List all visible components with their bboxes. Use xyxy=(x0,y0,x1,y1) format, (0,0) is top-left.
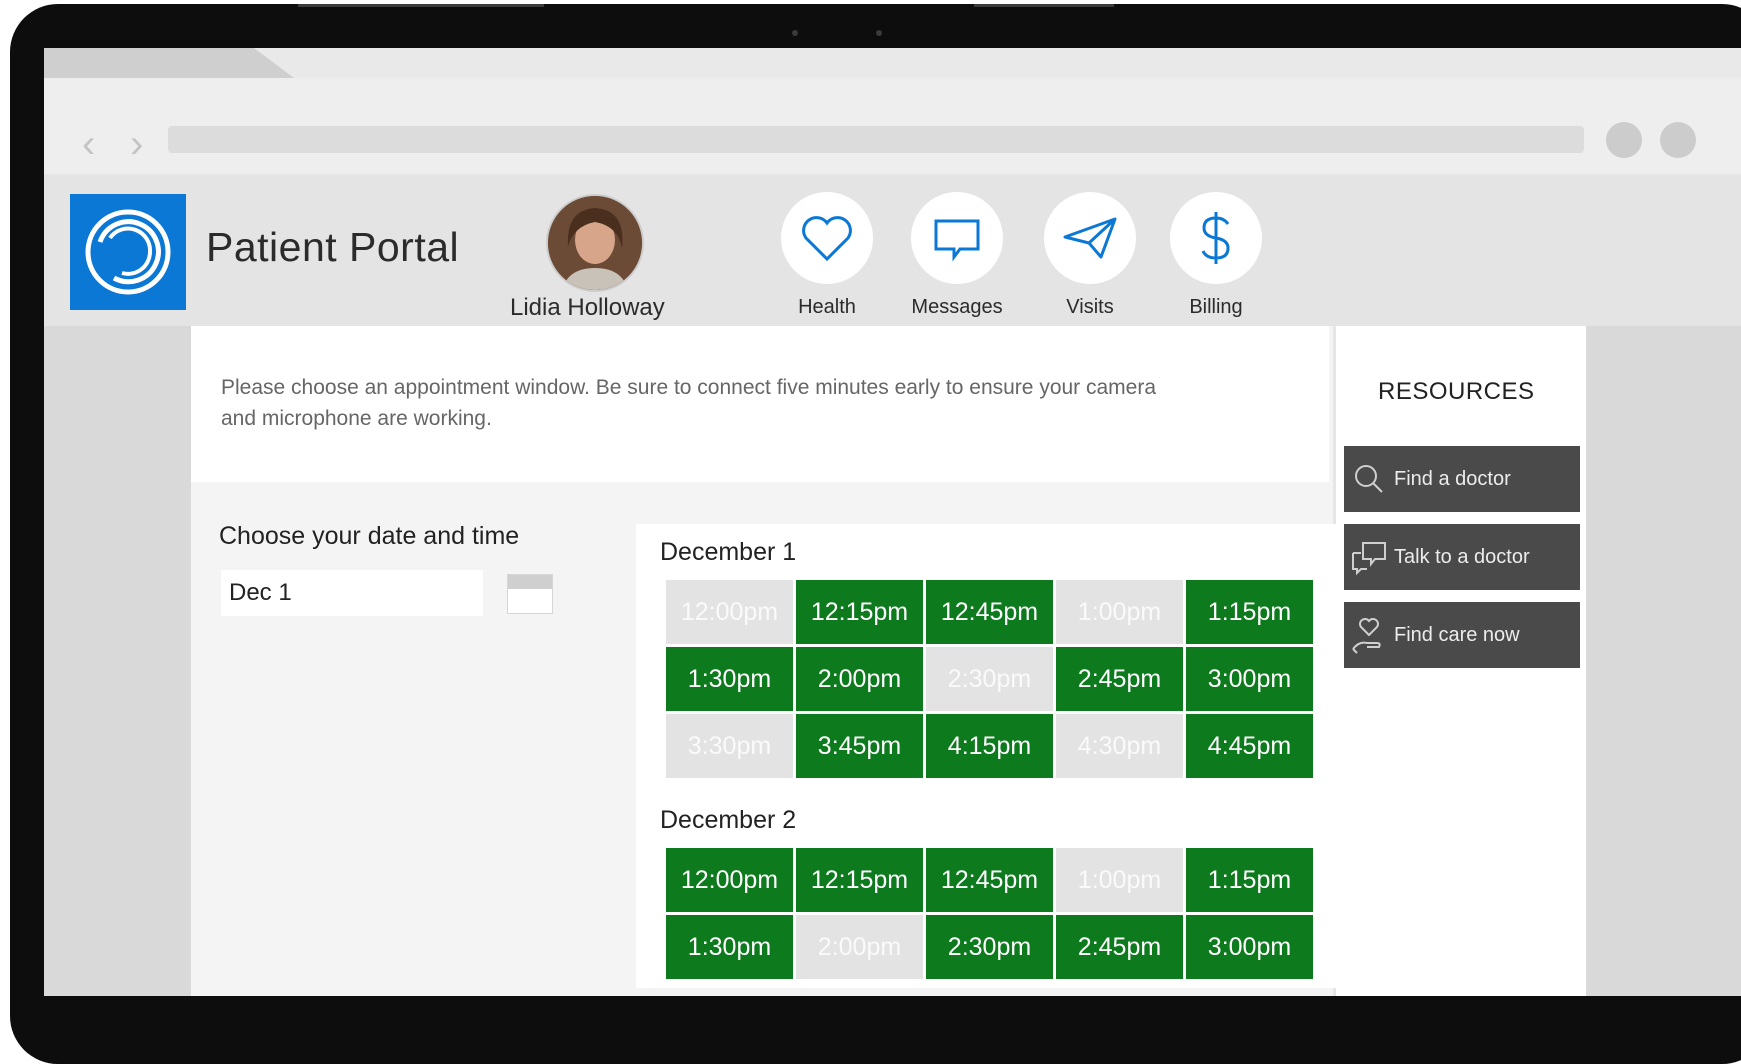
bezel-highlight xyxy=(298,4,544,7)
nav-circle xyxy=(1170,192,1262,284)
date-input[interactable] xyxy=(221,570,483,616)
find-care-now-button[interactable]: Find care now xyxy=(1344,602,1580,668)
user-avatar[interactable] xyxy=(546,194,644,292)
camera-dot xyxy=(792,30,798,36)
heart-hand-icon xyxy=(1344,602,1394,668)
time-slot-button[interactable]: 2:45pm xyxy=(1056,915,1183,979)
time-slot-button[interactable]: 12:45pm xyxy=(926,580,1053,644)
time-slot-button[interactable]: 1:30pm xyxy=(666,647,793,711)
time-slot-button[interactable]: 12:15pm xyxy=(796,580,923,644)
nav-circle xyxy=(911,192,1003,284)
instructions-text: Please choose an appointment window. Be … xyxy=(221,376,1157,430)
date-time-label: Choose your date and time xyxy=(219,522,520,550)
sensor-dot xyxy=(876,30,882,36)
slot-grid-day-1: 12:00pm 12:15pm 12:45pm 1:00pm 1:15pm 1:30pm 2… xyxy=(666,580,1313,778)
dollar-icon xyxy=(1201,212,1230,264)
left-gutter xyxy=(44,326,191,996)
search-icon xyxy=(1344,446,1394,512)
time-slot-button[interactable]: 4:15pm xyxy=(926,714,1053,778)
time-slot-button[interactable]: 12:15pm xyxy=(796,848,923,912)
nav-label: Billing xyxy=(1189,296,1243,318)
time-slot-button[interactable]: 2:45pm xyxy=(1056,647,1183,711)
time-slot-button[interactable]: 4:45pm xyxy=(1186,714,1313,778)
bezel-highlight xyxy=(974,4,1114,7)
back-arrow-icon[interactable]: ‹ xyxy=(82,124,95,164)
time-slot-unavailable: 1:00pm xyxy=(1056,580,1183,644)
browser-tab[interactable] xyxy=(254,48,1741,78)
day-title: December 2 xyxy=(660,806,797,834)
nav-visits[interactable]: Visits xyxy=(1043,192,1137,319)
time-slot-button[interactable]: 2:30pm xyxy=(926,915,1053,979)
time-slot-button[interactable]: 2:00pm xyxy=(796,647,923,711)
nav-label: Messages xyxy=(911,296,1003,318)
resource-label: Find a doctor xyxy=(1394,467,1511,490)
forward-arrow-icon[interactable]: › xyxy=(130,124,143,164)
time-slot-button[interactable]: 12:00pm xyxy=(666,848,793,912)
main-content: Please choose an appointment window. Be … xyxy=(191,326,1348,996)
resources-panel: RESOURCES Find a doctor Talk to a doctor… xyxy=(1336,326,1586,996)
app-title: Patient Portal xyxy=(206,224,460,270)
user-name: Lidia Holloway xyxy=(510,294,665,321)
calendar-icon[interactable] xyxy=(507,574,553,614)
right-gutter xyxy=(1586,326,1741,996)
resources-title: RESOURCES xyxy=(1378,378,1535,405)
time-slot-unavailable: 1:00pm xyxy=(1056,848,1183,912)
resource-label: Talk to a doctor xyxy=(1394,545,1530,568)
time-slot-button[interactable]: 12:45pm xyxy=(926,848,1053,912)
send-icon xyxy=(1063,217,1117,259)
time-slot-button[interactable]: 1:15pm xyxy=(1186,848,1313,912)
nav-circle xyxy=(1044,192,1136,284)
time-slot-button[interactable]: 1:30pm xyxy=(666,915,793,979)
resource-label: Find care now xyxy=(1394,623,1520,646)
screen: ‹ › Patient Portal Lidia Holloway Health… xyxy=(44,48,1741,996)
browser-button[interactable] xyxy=(1606,122,1642,158)
browser-button[interactable] xyxy=(1660,122,1696,158)
app-logo-icon[interactable] xyxy=(70,194,186,310)
nav-billing[interactable]: Billing xyxy=(1169,192,1263,319)
browser-toolbar: ‹ › xyxy=(44,78,1741,174)
address-bar[interactable] xyxy=(168,126,1584,153)
time-slot-unavailable: 3:30pm xyxy=(666,714,793,778)
browser-tab-strip xyxy=(44,48,1741,78)
instructions-panel: Please choose an appointment window. Be … xyxy=(191,326,1329,482)
nav-messages[interactable]: Messages xyxy=(910,192,1004,319)
app-header: Patient Portal Lidia Holloway Health Mes… xyxy=(44,174,1741,326)
find-a-doctor-button[interactable]: Find a doctor xyxy=(1344,446,1580,512)
time-slot-unavailable: 2:30pm xyxy=(926,647,1053,711)
nav-health[interactable]: Health xyxy=(780,192,874,319)
talk-to-a-doctor-button[interactable]: Talk to a doctor xyxy=(1344,524,1580,590)
slot-grid-day-2: 12:00pm 12:15pm 12:45pm 1:00pm 1:15pm 1:30pm 2… xyxy=(666,848,1313,979)
time-slot-unavailable: 2:00pm xyxy=(796,915,923,979)
time-slot-unavailable: 12:00pm xyxy=(666,580,793,644)
message-icon xyxy=(934,219,980,262)
heart-icon xyxy=(802,216,852,262)
time-slot-button[interactable]: 1:15pm xyxy=(1186,580,1313,644)
chat-bubbles-icon xyxy=(1344,524,1394,590)
time-slot-button[interactable]: 3:00pm xyxy=(1186,915,1313,979)
nav-label: Visits xyxy=(1066,296,1114,318)
day-title: December 1 xyxy=(660,538,797,566)
time-slot-unavailable: 4:30pm xyxy=(1056,714,1183,778)
nav-label: Health xyxy=(798,296,856,318)
time-slot-button[interactable]: 3:45pm xyxy=(796,714,923,778)
time-slot-button[interactable]: 3:00pm xyxy=(1186,647,1313,711)
nav-circle xyxy=(781,192,873,284)
time-slots-panel: December 1 12:00pm 12:15pm 12:45pm 1:00pm 1:… xyxy=(636,524,1348,988)
